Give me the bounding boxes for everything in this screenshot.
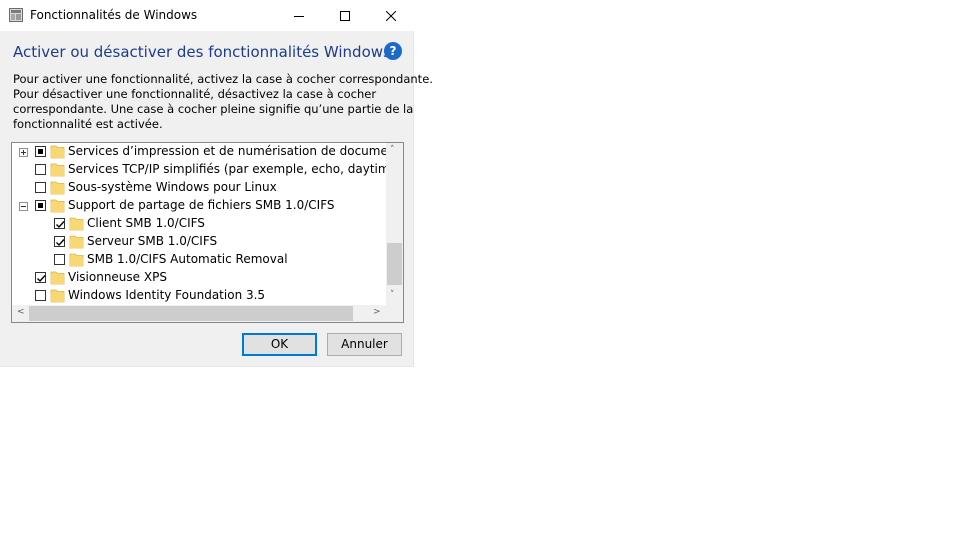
- feature-checkbox[interactable]: [54, 236, 65, 247]
- feature-checkbox[interactable]: [35, 290, 46, 301]
- feature-label: Client SMB 1.0/CIFS: [87, 216, 205, 230]
- maximize-button[interactable]: [322, 0, 368, 31]
- folder-icon: [50, 199, 65, 213]
- folder-icon: [69, 217, 84, 231]
- feature-row[interactable]: SMB 1.0/CIFS Automatic Removal: [12, 251, 386, 269]
- collapse-icon[interactable]: [19, 202, 28, 211]
- ok-button[interactable]: OK: [242, 333, 317, 356]
- maximize-icon: [340, 10, 350, 21]
- feature-label: Support de partage de fichiers SMB 1.0/C…: [68, 198, 335, 212]
- feature-label: Sous-système Windows pour Linux: [68, 180, 277, 194]
- vertical-scroll-thumb[interactable]: [387, 243, 402, 285]
- folder-icon: [50, 145, 65, 159]
- feature-label: Windows Identity Foundation 3.5: [68, 288, 266, 302]
- folder-icon: [50, 289, 65, 303]
- close-button[interactable]: [368, 0, 414, 31]
- feature-row[interactable]: Services TCP/IP simplifiés (par exemple,…: [12, 161, 403, 179]
- description-line: correspondante. Une case à cocher pleine…: [13, 102, 414, 116]
- feature-row[interactable]: Visionneuse XPS: [12, 269, 386, 287]
- folder-icon: [50, 181, 65, 195]
- feature-row[interactable]: Support de partage de fichiers SMB 1.0/C…: [12, 197, 386, 215]
- feature-checkbox[interactable]: [35, 272, 46, 283]
- feature-row[interactable]: Serveur SMB 1.0/CIFS: [12, 233, 386, 251]
- feature-row[interactable]: Services d’impression et de numérisation…: [12, 143, 400, 161]
- scrollbar-corner: [386, 305, 403, 322]
- description-line: fonctionnalité est activée.: [13, 117, 163, 131]
- folder-icon: [69, 235, 84, 249]
- scroll-up-icon[interactable]: ˄: [390, 145, 395, 155]
- windows-features-icon: [9, 8, 23, 22]
- close-icon: [386, 10, 396, 21]
- scroll-left-icon[interactable]: <: [17, 307, 25, 317]
- minimize-icon: [294, 15, 304, 17]
- feature-row[interactable]: Sous-système Windows pour Linux: [12, 179, 386, 197]
- feature-checkbox[interactable]: [54, 254, 65, 265]
- feature-checkbox[interactable]: [35, 146, 46, 157]
- cancel-button[interactable]: Annuler: [327, 333, 402, 356]
- horizontal-scrollbar[interactable]: < >: [12, 305, 386, 322]
- description-text: Pour activer une fonctionnalité, activez…: [13, 72, 433, 132]
- feature-label: Serveur SMB 1.0/CIFS: [87, 234, 218, 248]
- scroll-right-icon[interactable]: >: [373, 307, 381, 317]
- features-tree[interactable]: Services d’impression et de numérisation…: [11, 142, 404, 323]
- description-line: Pour désactiver une fonctionnalité, désa…: [13, 87, 377, 101]
- feature-label: Visionneuse XPS: [68, 270, 167, 284]
- feature-checkbox[interactable]: [35, 164, 46, 175]
- folder-icon: [50, 163, 65, 177]
- folder-icon: [50, 271, 65, 285]
- vertical-scrollbar[interactable]: ˄ ˅: [386, 143, 403, 306]
- features-dialog: Fonctionnalités de Windows Activer ou dé…: [0, 0, 433, 367]
- dialog-heading: Activer ou désactiver des fonctionnalité…: [13, 43, 391, 61]
- expand-icon[interactable]: [19, 148, 28, 157]
- help-icon[interactable]: ?: [384, 42, 402, 60]
- feature-row[interactable]: Windows Identity Foundation 3.5: [12, 287, 386, 305]
- minimize-button[interactable]: [276, 0, 322, 31]
- scroll-down-icon[interactable]: ˅: [390, 290, 395, 300]
- feature-label: Services TCP/IP simplifiés (par exemple,…: [68, 162, 404, 176]
- feature-checkbox[interactable]: [54, 218, 65, 229]
- window-title: Fonctionnalités de Windows: [30, 8, 198, 22]
- feature-checkbox[interactable]: [35, 200, 46, 211]
- feature-row[interactable]: Client SMB 1.0/CIFS: [12, 215, 386, 233]
- feature-label: SMB 1.0/CIFS Automatic Removal: [87, 252, 288, 266]
- feature-label: Services d’impression et de numérisation…: [68, 144, 401, 158]
- title-bar[interactable]: Fonctionnalités de Windows: [0, 0, 414, 31]
- description-line: Pour activer une fonctionnalité, activez…: [13, 72, 433, 86]
- horizontal-scroll-thumb[interactable]: [29, 306, 353, 321]
- folder-icon: [69, 253, 84, 267]
- feature-checkbox[interactable]: [35, 182, 46, 193]
